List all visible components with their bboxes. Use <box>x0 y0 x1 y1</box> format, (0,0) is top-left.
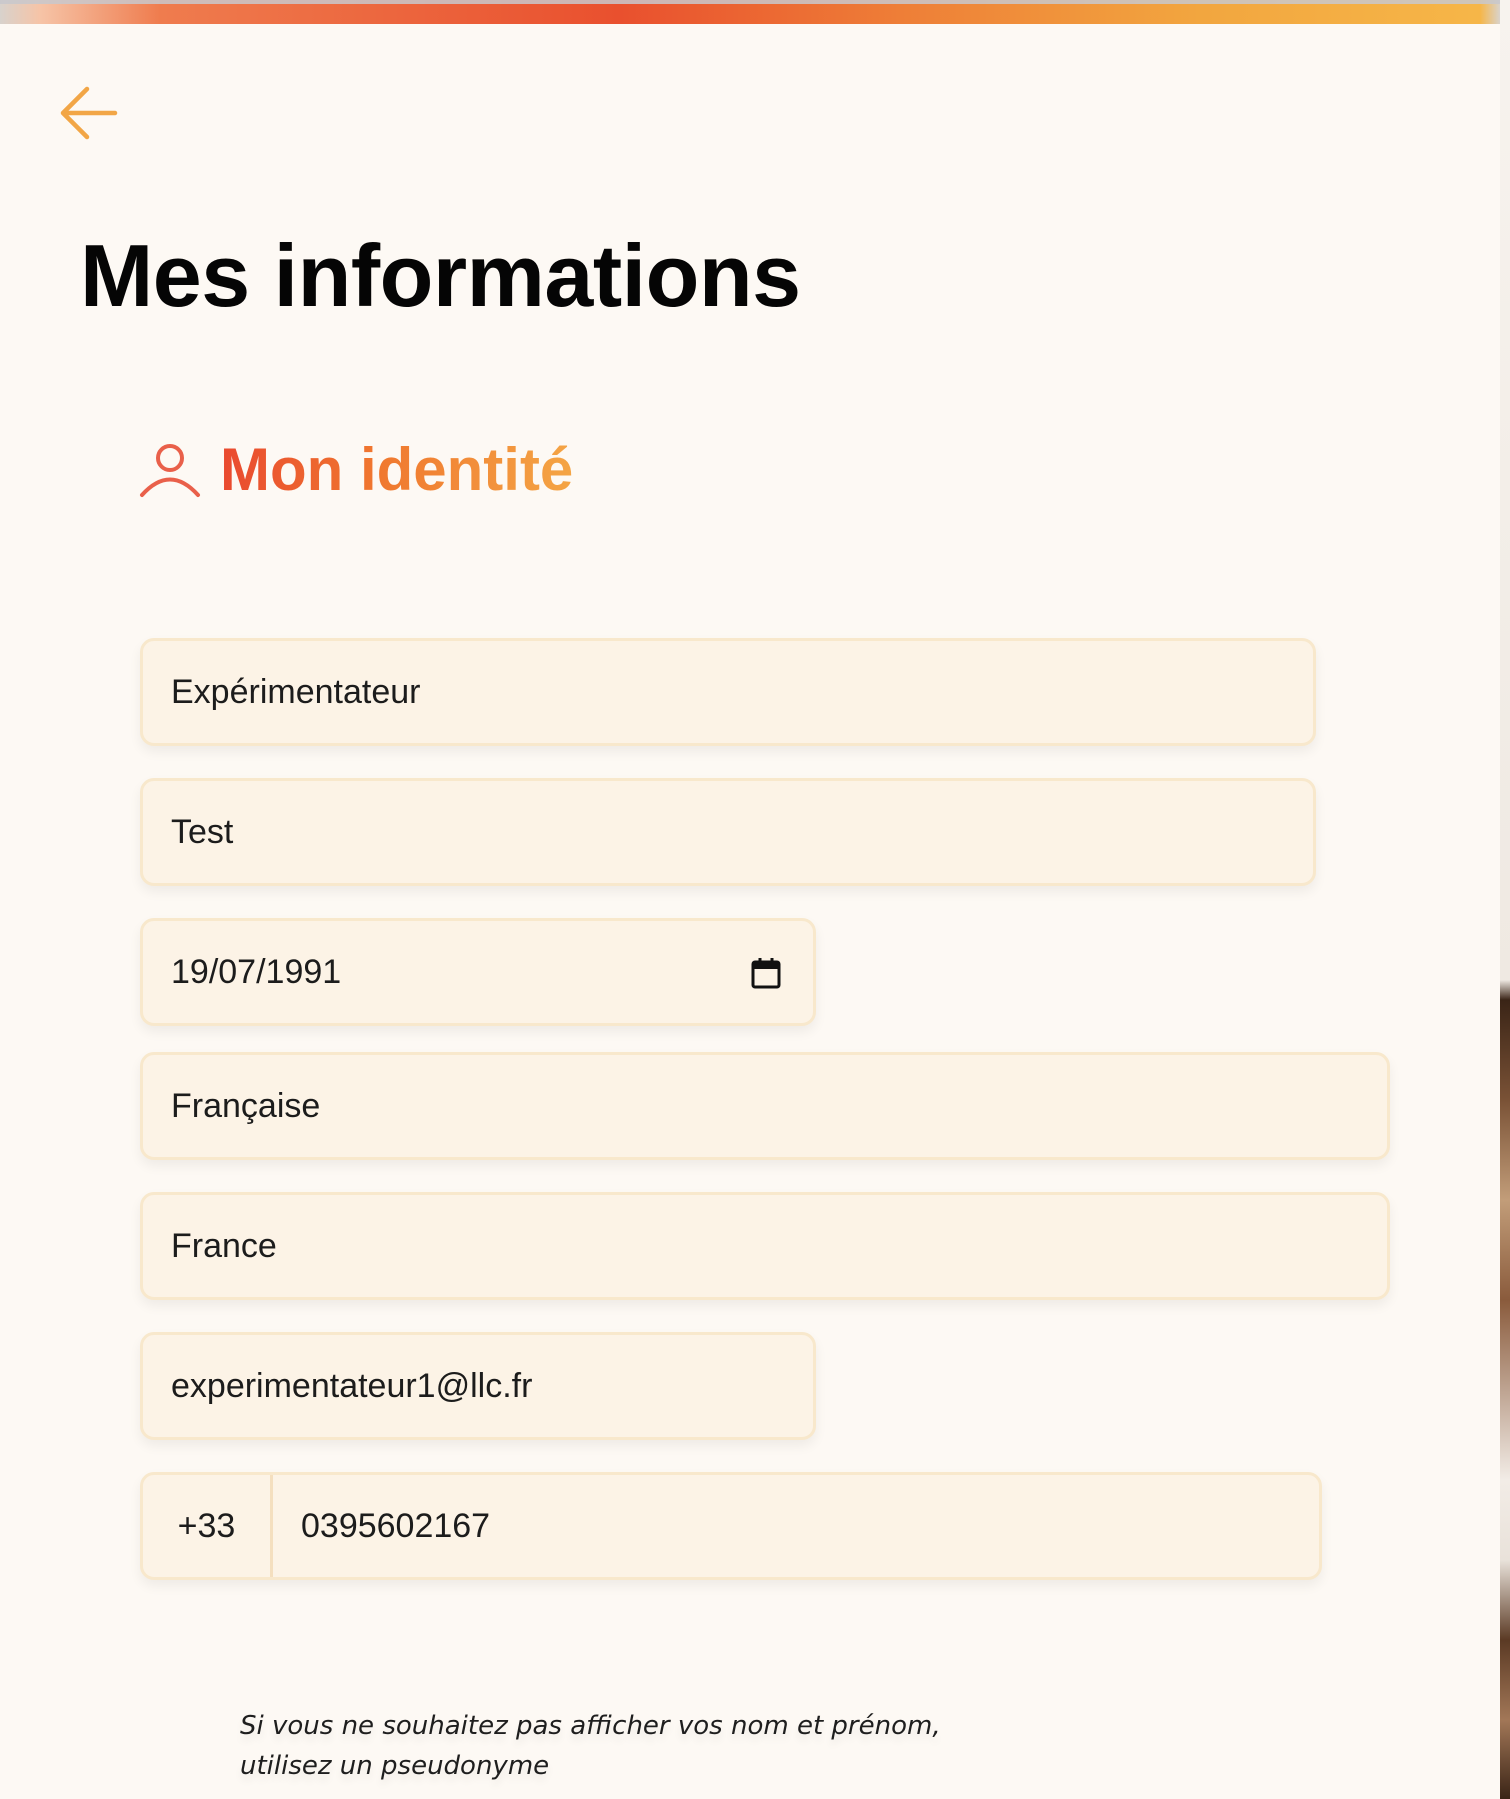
nationality-value: Française <box>171 1086 321 1125</box>
arrow-left-icon <box>60 86 118 140</box>
section-header: Mon identité <box>138 440 573 500</box>
country-value: France <box>171 1226 277 1265</box>
person-icon <box>140 444 200 497</box>
nationality-field[interactable]: Française <box>140 1052 1390 1160</box>
first-name-field[interactable]: Test <box>140 778 1316 886</box>
country-field[interactable]: France <box>140 1192 1390 1300</box>
birth-date-value: 19/07/1991 <box>171 952 342 991</box>
calendar-icon[interactable] <box>751 957 781 989</box>
gradient-top-bar <box>0 0 1500 24</box>
phone-field: +33 0395602167 <box>140 1472 1322 1580</box>
main-page: Mes informations Mon identité Expériment… <box>0 0 1500 1799</box>
email-field[interactable]: experimentateur1@llc.fr <box>140 1332 816 1440</box>
page-title: Mes informations <box>80 226 801 325</box>
phone-prefix-select[interactable]: +33 <box>143 1475 273 1577</box>
back-button[interactable] <box>56 84 120 142</box>
email-value: experimentateur1@llc.fr <box>171 1366 533 1405</box>
section-title: Mon identité <box>220 436 574 503</box>
last-name-value: Expérimentateur <box>171 672 421 711</box>
birth-date-field[interactable]: 19/07/1991 <box>140 918 816 1026</box>
last-name-field[interactable]: Expérimentateur <box>140 638 1316 746</box>
phone-number-input[interactable]: 0395602167 <box>273 1507 490 1546</box>
first-name-value: Test <box>171 812 234 851</box>
pseudonym-hint: Si vous ne souhaitez pas afficher vos no… <box>240 1711 941 1781</box>
